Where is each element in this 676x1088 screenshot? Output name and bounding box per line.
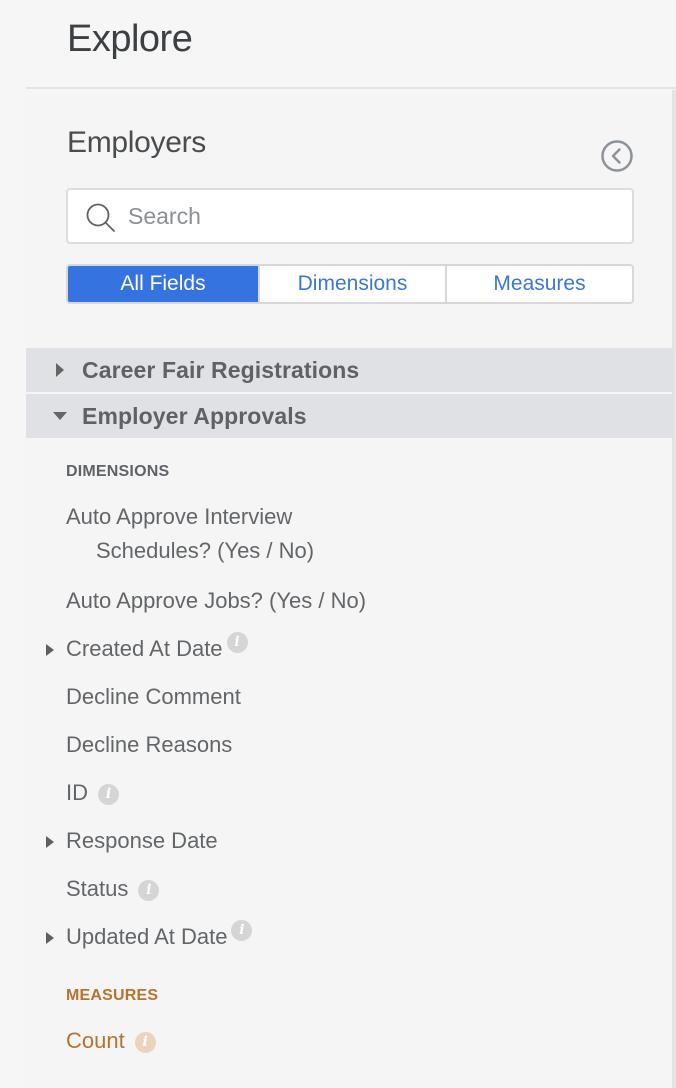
page-title: Explore	[67, 18, 193, 60]
field-label: Updated At Date	[66, 924, 228, 949]
field-label: Decline Comment	[66, 684, 241, 709]
field-label: ID	[66, 780, 88, 805]
field-label: Count	[66, 1028, 125, 1053]
info-icon[interactable]: i	[134, 1031, 156, 1053]
caret-down-icon	[52, 408, 68, 424]
field-label: Auto Approve Jobs? (Yes / No)	[66, 588, 367, 613]
field-created-at-date[interactable]: Created At Date i	[46, 631, 248, 662]
explore-page: Explore Employers All Fields Dimensions …	[0, 0, 676, 1088]
caret-right-icon[interactable]	[44, 643, 56, 657]
chevron-left-circle-icon	[601, 140, 633, 172]
field-label: Status	[66, 876, 129, 901]
field-auto-approve-jobs[interactable]: Auto Approve Jobs? (Yes / No)	[66, 588, 366, 614]
tab-all-fields[interactable]: All Fields	[68, 266, 258, 302]
caret-right-icon[interactable]	[44, 835, 56, 849]
measures-section-label: MEASURES	[66, 987, 159, 1004]
caret-right-icon	[52, 362, 68, 378]
field-auto-approve-interview-schedules[interactable]: Auto Approve Interview Schedules? (Yes /…	[66, 504, 314, 564]
info-icon[interactable]: i	[98, 783, 119, 805]
dimensions-section-label: DIMENSIONS	[66, 463, 170, 480]
search-icon	[86, 203, 115, 232]
explore-header: Explore	[26, 0, 676, 89]
collapse-panel-button[interactable]	[600, 139, 634, 173]
info-icon[interactable]: i	[226, 631, 248, 653]
search-box[interactable]	[66, 188, 634, 244]
field-label: Decline Reasons	[66, 732, 233, 757]
field-label: Created At Date	[66, 636, 223, 661]
tab-dimensions[interactable]: Dimensions	[258, 266, 445, 302]
search-input[interactable]	[128, 198, 618, 234]
field-label-continued: Schedules? (Yes / No)	[96, 538, 315, 563]
field-count[interactable]: Count i	[66, 1028, 156, 1054]
info-icon[interactable]: i	[138, 879, 160, 901]
view-header-career-fair-registrations[interactable]: Career Fair Registrations	[26, 348, 674, 392]
caret-right-icon[interactable]	[44, 931, 56, 945]
view-label: Career Fair Registrations	[82, 356, 360, 383]
field-label: Response Date	[66, 828, 218, 853]
tab-measures[interactable]: Measures	[445, 266, 632, 302]
view-label: Employer Approvals	[82, 402, 307, 429]
field-decline-reasons[interactable]: Decline Reasons	[66, 732, 232, 758]
field-id[interactable]: ID i	[66, 780, 119, 806]
field-filter-tabs: All Fields Dimensions Measures	[66, 264, 634, 304]
field-status[interactable]: Status i	[66, 876, 160, 902]
field-updated-at-date[interactable]: Updated At Date i	[46, 919, 253, 950]
field-label: Auto Approve Interview	[66, 504, 293, 529]
field-decline-comment[interactable]: Decline Comment	[66, 684, 241, 710]
model-title: Employers	[67, 126, 207, 159]
field-picker-panel: Employers All Fields Dimensions Measures…	[26, 90, 674, 1088]
field-response-date[interactable]: Response Date	[46, 828, 218, 854]
info-icon[interactable]: i	[231, 919, 253, 941]
view-header-employer-approvals[interactable]: Employer Approvals	[26, 394, 674, 438]
